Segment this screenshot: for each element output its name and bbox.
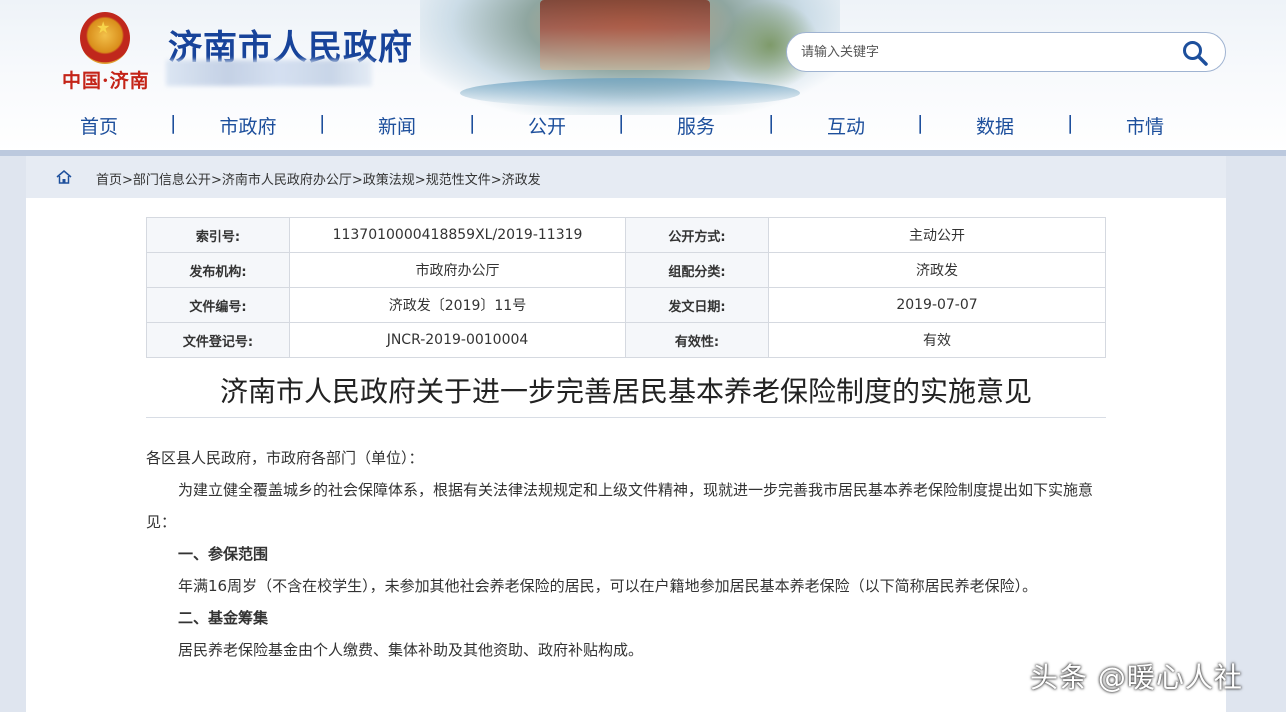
- breadcrumb-link-policies[interactable]: 政策法规: [363, 173, 415, 188]
- meta-label: 文件登记号:: [146, 322, 290, 358]
- meta-label: 发布机构:: [146, 252, 290, 288]
- document-body: 各区县人民政府，市政府各部门（单位）： 为建立健全覆盖城乡的社会保障体系，根据有…: [146, 442, 1108, 666]
- nav-separator: |: [618, 112, 625, 134]
- main-nav: 首页 | 市政府 | 新闻 | 公开 | 服务 | 互动 | 数据 | 市情: [0, 108, 1286, 142]
- breadcrumb-separator: >: [414, 173, 426, 188]
- title-divider: [146, 417, 1106, 418]
- nav-item-news[interactable]: 新闻: [352, 112, 442, 139]
- search-input[interactable]: [801, 41, 1161, 63]
- site-header: ★ 中国·济南 济南市人民政府 首页 | 市政府 | 新闻 | 公开 | 服务 …: [0, 0, 1286, 152]
- header-banner-image: [420, 0, 840, 115]
- table-row: 发布机构: 市政府办公厅 组配分类: 济政发: [146, 252, 1106, 288]
- meta-label: 公开方式:: [625, 217, 769, 253]
- blurred-slogan: [166, 60, 372, 86]
- city-logo-text: 中国·济南: [62, 70, 150, 92]
- breadcrumb-separator: >: [351, 173, 363, 188]
- paragraph: 居民养老保险基金由个人缴费、集体补助及其他资助、政府补贴构成。: [178, 641, 644, 659]
- nav-item-home[interactable]: 首页: [54, 112, 144, 139]
- table-row: 索引号: 1137010000418859XL/2019-11319 公开方式:…: [146, 217, 1106, 253]
- salutation: 各区县人民政府，市政府各部门（单位）：: [146, 449, 424, 467]
- nav-item-open[interactable]: 公开: [502, 112, 592, 139]
- meta-value: 2019-07-07: [768, 287, 1106, 323]
- paragraph: 年满16周岁（不含在校学生），未参加其他社会养老保险的居民，可以在户籍地参加居民…: [178, 577, 1038, 595]
- search-box: [786, 32, 1226, 72]
- section-heading: 一、参保范围: [178, 545, 269, 563]
- nav-item-interaction[interactable]: 互动: [801, 112, 891, 139]
- home-icon[interactable]: [56, 170, 72, 184]
- section-heading: 二、基金筹集: [178, 609, 269, 627]
- nav-separator: |: [469, 112, 476, 134]
- table-row: 文件登记号: JNCR-2019-0010004 有效性: 有效: [146, 322, 1106, 358]
- breadcrumb-separator: >: [490, 173, 502, 188]
- search-icon[interactable]: [1181, 39, 1209, 67]
- nav-item-service[interactable]: 服务: [651, 112, 741, 139]
- meta-value: 主动公开: [768, 217, 1106, 253]
- breadcrumb-link-dept-info[interactable]: 部门信息公开: [133, 173, 211, 188]
- document-metadata-table: 索引号: 1137010000418859XL/2019-11319 公开方式:…: [146, 217, 1106, 358]
- paragraph: 为建立健全覆盖城乡的社会保障体系，根据有关法律法规规定和上级文件精神，现就进一步…: [146, 481, 1094, 531]
- source-watermark: 头条 @暖心人社: [1030, 661, 1243, 694]
- meta-value: 济政发〔2019〕11号: [289, 287, 626, 323]
- breadcrumb-separator: >: [210, 173, 222, 188]
- meta-label: 发文日期:: [625, 287, 769, 323]
- breadcrumb-link-jizhengfa[interactable]: 济政发: [502, 173, 541, 188]
- meta-value: 1137010000418859XL/2019-11319: [289, 217, 626, 253]
- nav-separator: |: [319, 112, 326, 134]
- meta-value: 济政发: [768, 252, 1106, 288]
- meta-value: 有效: [768, 322, 1106, 358]
- meta-value: 市政府办公厅: [289, 252, 626, 288]
- meta-label: 有效性:: [625, 322, 769, 358]
- meta-label: 索引号:: [146, 217, 290, 253]
- nav-separator: |: [1067, 112, 1074, 134]
- nav-separator: |: [768, 112, 775, 134]
- nav-separator: |: [917, 112, 924, 134]
- nav-separator: |: [170, 112, 177, 134]
- content-panel: 索引号: 1137010000418859XL/2019-11319 公开方式:…: [26, 198, 1226, 712]
- table-row: 文件编号: 济政发〔2019〕11号 发文日期: 2019-07-07: [146, 287, 1106, 323]
- nav-item-government[interactable]: 市政府: [203, 112, 293, 139]
- national-emblem-icon: ★: [80, 12, 130, 64]
- meta-label: 文件编号:: [146, 287, 290, 323]
- breadcrumb-link-home[interactable]: 首页: [96, 173, 122, 188]
- nav-item-data[interactable]: 数据: [950, 112, 1040, 139]
- nav-item-city-info[interactable]: 市情: [1100, 112, 1190, 139]
- breadcrumb-link-general-office[interactable]: 济南市人民政府办公厅: [222, 173, 352, 188]
- breadcrumb: 首页>部门信息公开>济南市人民政府办公厅>政策法规>规范性文件>济政发: [26, 156, 1226, 198]
- meta-value: JNCR-2019-0010004: [289, 322, 626, 358]
- breadcrumb-separator: >: [122, 173, 133, 188]
- breadcrumb-link-normative-docs[interactable]: 规范性文件: [426, 173, 491, 188]
- document-title: 济南市人民政府关于进一步完善居民基本养老保险制度的实施意见: [219, 375, 1032, 408]
- meta-label: 组配分类:: [625, 252, 769, 288]
